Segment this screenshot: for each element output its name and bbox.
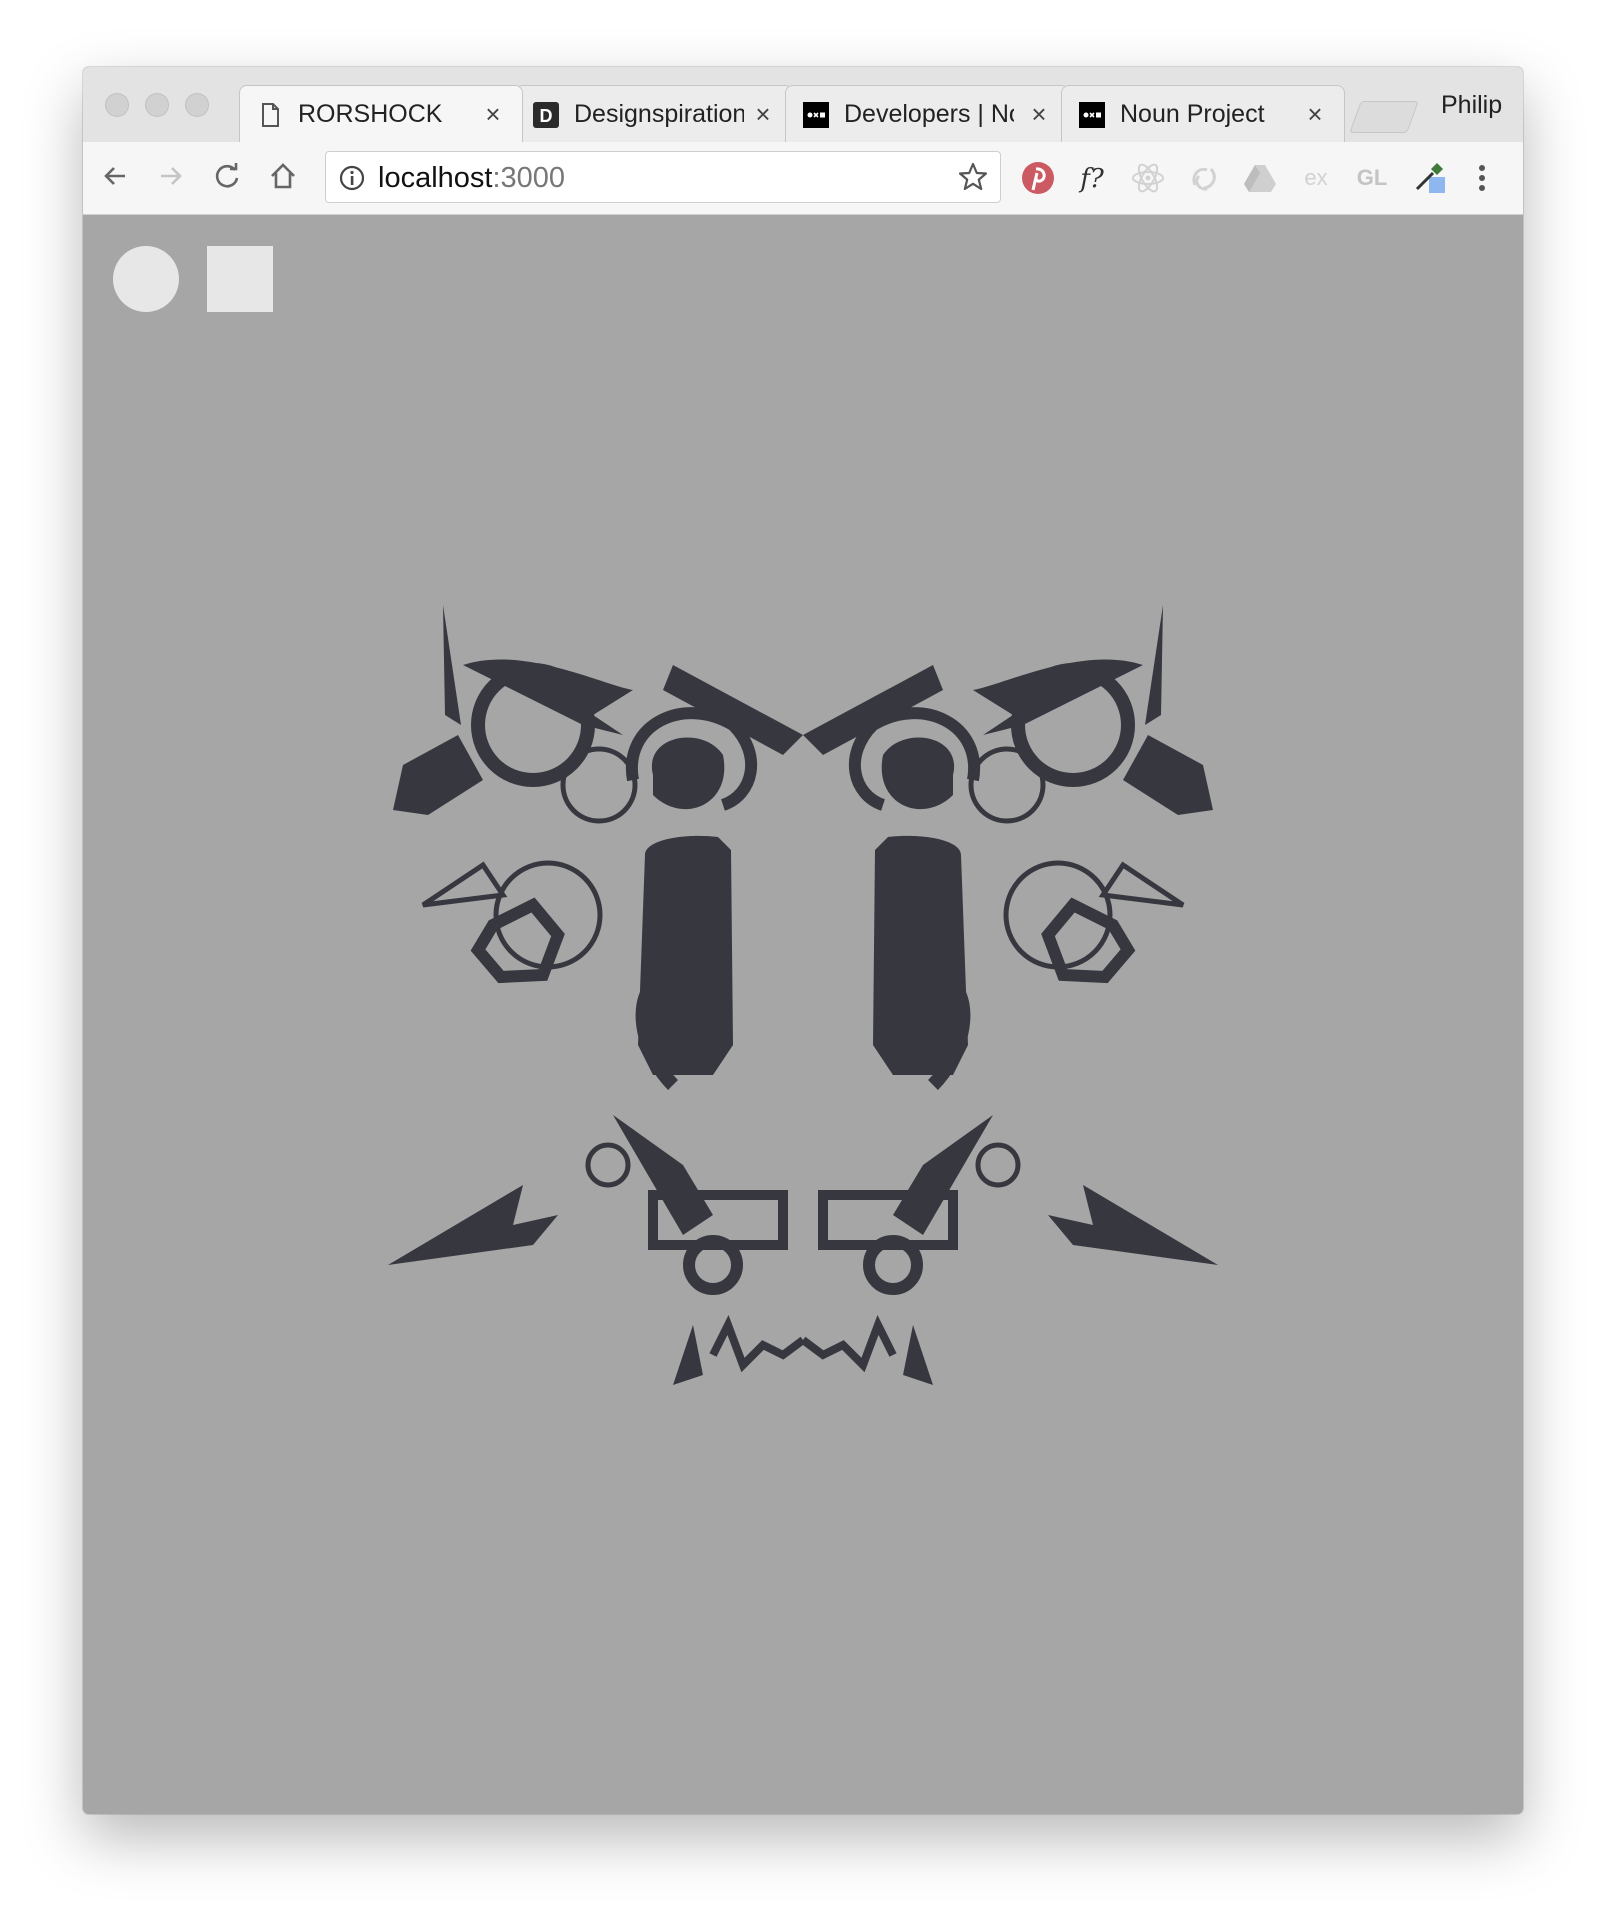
home-icon[interactable] [263,156,303,196]
tab-developers-noun-project[interactable]: Developers | Noun Project × [785,85,1069,142]
address-bar[interactable]: localhost:3000 [325,151,1001,203]
tab-rorshock[interactable]: RORSHOCK × [239,85,523,142]
tab-title: Noun Project [1120,100,1265,128]
url-text: localhost:3000 [378,162,565,195]
close-icon[interactable]: × [1026,99,1052,129]
noun-project-icon [1078,101,1106,129]
designspiration-glyph: D [540,106,553,126]
rorschach-inkblot [383,605,1223,1445]
more-icon[interactable] [1463,159,1501,197]
info-icon[interactable] [338,164,366,192]
browser-window: RORSHOCK × D Designspiration × Developer… [83,67,1523,1814]
tab-noun-project[interactable]: Noun Project × [1061,85,1345,142]
font-identifier-icon[interactable]: f? [1073,159,1111,197]
pinterest-icon[interactable] [1019,159,1057,197]
react-devtools-icon[interactable] [1129,159,1167,197]
circle-button[interactable] [113,246,179,312]
profile-button[interactable]: Philip [1441,91,1502,120]
close-icon[interactable]: × [750,99,776,129]
ex-label: ex [1304,165,1327,190]
inkblot-right [803,605,1218,1385]
close-icon[interactable]: × [480,99,506,129]
gl-label: GL [1357,165,1388,190]
font-identifier-label: f? [1078,164,1105,194]
tab-title: Developers | Noun Project [844,100,1014,128]
minimize-window-button[interactable] [145,93,169,117]
tab-title: Designspiration [574,100,744,128]
close-window-button[interactable] [105,93,129,117]
toolbar: localhost:3000 f? ex GL [83,142,1523,215]
page-icon [256,101,284,129]
zoom-window-button[interactable] [185,93,209,117]
page-canvas[interactable] [83,215,1523,1814]
forward-icon[interactable] [151,156,191,196]
tab-designspiration[interactable]: D Designspiration × [515,85,793,142]
url-port: :3000 [492,162,566,194]
noun-project-icon [802,101,830,129]
eyedropper-icon[interactable] [1409,159,1447,197]
back-icon[interactable] [95,156,135,196]
bookmark-star-icon[interactable] [956,160,990,194]
google-drive-icon[interactable] [1241,159,1279,197]
ex-icon[interactable]: ex [1297,159,1335,197]
gl-icon[interactable]: GL [1353,159,1391,197]
new-tab-button[interactable] [1349,101,1419,133]
square-button[interactable] [207,246,273,312]
redux-devtools-icon[interactable] [1185,159,1223,197]
tab-strip: RORSHOCK × D Designspiration × Developer… [83,67,1523,142]
designspiration-icon: D [532,101,560,129]
close-icon[interactable]: × [1302,99,1328,129]
inkblot-left [388,605,803,1385]
reload-icon[interactable] [207,156,247,196]
tab-title: RORSHOCK [298,100,443,128]
url-host: localhost [378,162,493,194]
